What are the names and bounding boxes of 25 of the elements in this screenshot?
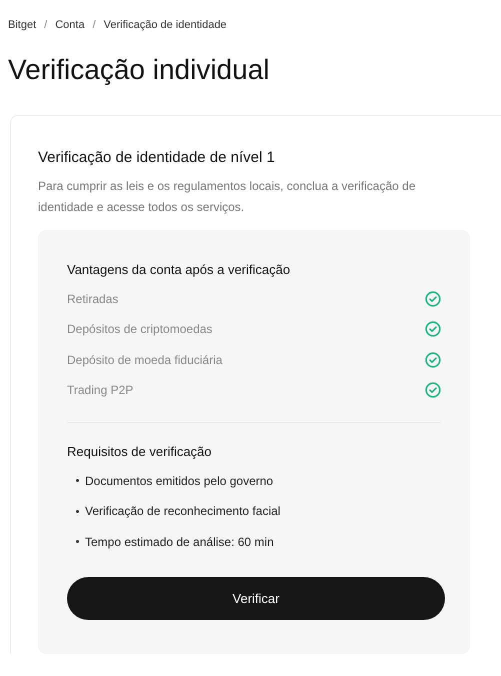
benefit-label: Depósitos de criptomoedas	[67, 321, 212, 338]
breadcrumb-separator: /	[92, 18, 96, 33]
check-circle-icon	[425, 382, 441, 398]
bullet-icon	[76, 510, 79, 513]
breadcrumb-link[interactable]: Verificação de identidade	[104, 17, 227, 34]
check-circle-icon	[425, 352, 441, 368]
bullet-icon	[76, 479, 79, 482]
requirement-text: Tempo estimado de análise: 60 min	[85, 534, 274, 551]
breadcrumb-link[interactable]: Conta	[55, 17, 85, 34]
breadcrumb-link[interactable]: Bitget	[8, 17, 36, 34]
card-title: Verificação de identidade de nível 1	[38, 148, 276, 168]
verify-button[interactable]: Verificar	[67, 577, 445, 620]
card-description: Para cumprir as leis e os regulamentos locais, conclua a verificação de identidade e acesse todos os serviços.	[38, 178, 417, 216]
check-circle-icon	[425, 321, 441, 338]
bullet-icon	[76, 540, 79, 544]
benefit-label: Retiradas	[67, 290, 118, 308]
check-circle-icon	[425, 290, 441, 307]
breadcrumb-separator: /	[44, 18, 48, 33]
section-title: Requisitos de verificação	[67, 442, 213, 461]
section-title: Vantagens da conta após a verificação	[67, 260, 292, 279]
requirement-text: Verificação de reconhecimento facial	[85, 503, 280, 520]
requirement-text: Documentos emitidos pelo governo	[85, 472, 274, 490]
page-title: Verificação individual	[7, 52, 270, 87]
benefit-label: Trading P2P	[67, 382, 134, 400]
benefit-label: Depósito de moeda fiduciária	[67, 352, 222, 369]
